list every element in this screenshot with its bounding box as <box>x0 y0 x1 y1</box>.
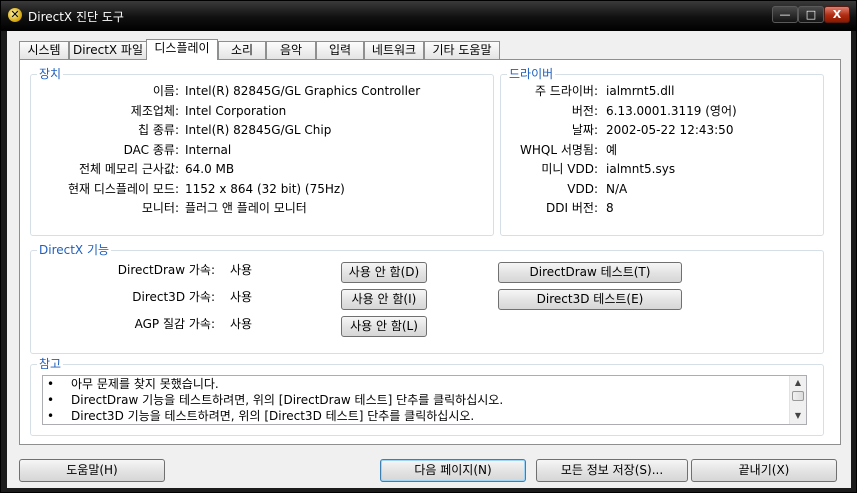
window-title: DirectX 진단 도구 <box>28 10 124 24</box>
main-driver-label: 주 드라이버: <box>534 84 598 98</box>
disable-directdraw-button[interactable]: 사용 안 함(D) <box>341 262 427 283</box>
note-text: DirectDraw 기능을 테스트하려면, 위의 [DirectDraw 테스… <box>71 393 504 407</box>
agp-texture-accel-value: 사용 <box>230 317 253 331</box>
directdraw-accel-value: 사용 <box>230 263 253 277</box>
maximize-button[interactable]: □ <box>798 6 824 23</box>
note-text: Direct3D 기능을 테스트하려면, 위의 [Direct3D 테스트] 단… <box>71 409 475 423</box>
note-text: 아무 문제를 찾지 못했습니다. <box>71 377 219 391</box>
device-group: 장치 이름: Intel(R) 82845G/GL Graphics Contr… <box>30 67 494 236</box>
chip-type-label: 칩 종류: <box>138 123 179 137</box>
tab-more-help[interactable]: 기타 도움말 <box>424 41 500 59</box>
directx-diagnostic-window: ✕ DirectX 진단 도구 — □ X 시스템 DirectX 파일 디스플… <box>0 0 857 493</box>
tab-network[interactable]: 네트워크 <box>364 41 424 59</box>
vdd-value: N/A <box>606 182 628 196</box>
version-label: 버전: <box>571 104 598 118</box>
date-value: 2002-05-22 12:43:50 <box>606 123 734 137</box>
note-bullet: • <box>47 377 55 391</box>
save-all-info-button[interactable]: 모든 정보 저장(S)... <box>536 459 688 482</box>
mini-vdd-label: 미니 VDD: <box>541 162 598 176</box>
whql-value: 예 <box>606 143 618 157</box>
notes-scrollbar[interactable]: ▲ ▼ <box>789 376 806 424</box>
dac-type-value: Internal <box>185 143 232 157</box>
tab-input[interactable]: 입력 <box>316 41 364 59</box>
ddi-version-value: 8 <box>606 201 614 215</box>
tab-system[interactable]: 시스템 <box>19 41 69 59</box>
disable-agp-button[interactable]: 사용 안 함(L) <box>341 316 427 337</box>
exit-button[interactable]: 끝내기(X) <box>691 459 837 482</box>
next-page-button[interactable]: 다음 페이지(N) <box>380 459 526 482</box>
note-bullet: • <box>47 409 55 423</box>
device-group-title: 장치 <box>37 67 64 81</box>
display-tab-panel: 장치 이름: Intel(R) 82845G/GL Graphics Contr… <box>19 59 841 445</box>
chip-type-value: Intel(R) 82845G/GL Chip <box>185 123 332 137</box>
direct3d-test-button[interactable]: Direct3D 테스트(E) <box>498 289 682 310</box>
notes-title: 참고 <box>37 357 64 371</box>
title-bar[interactable]: ✕ DirectX 진단 도구 — □ X <box>1 1 856 31</box>
total-memory-label: 전체 메모리 근사값: <box>79 162 179 176</box>
scroll-up-arrow-icon[interactable]: ▲ <box>790 376 806 390</box>
notes-listbox[interactable]: • 아무 문제를 찾지 못했습니다. • DirectDraw 기능을 테스트하… <box>42 375 807 425</box>
directx-logo-icon: ✕ <box>8 8 22 22</box>
display-mode-label: 현재 디스플레이 모드: <box>67 182 179 196</box>
directdraw-accel-label: DirectDraw 가속: <box>117 263 215 277</box>
device-name-value: Intel(R) 82845G/GL Graphics Controller <box>185 84 421 98</box>
whql-label: WHQL 서명됨: <box>520 143 598 157</box>
note-bullet: • <box>47 393 55 407</box>
scroll-down-arrow-icon[interactable]: ▼ <box>790 409 806 423</box>
tab-music[interactable]: 음악 <box>266 41 316 59</box>
mini-vdd-value: ialmnt5.sys <box>606 162 676 176</box>
minimize-button[interactable]: — <box>772 6 798 23</box>
close-button[interactable]: X <box>824 6 850 23</box>
directx-features-group: DirectX 기능 DirectDraw 가속: 사용 사용 안 함(D) D… <box>30 243 824 354</box>
main-driver-value: ialmrnt5.dll <box>606 84 675 98</box>
direct3d-accel-value: 사용 <box>230 290 253 304</box>
total-memory-value: 64.0 MB <box>185 162 235 176</box>
dac-type-label: DAC 종류: <box>123 143 179 157</box>
scroll-thumb[interactable] <box>792 391 804 401</box>
manufacturer-label: 제조업체: <box>130 104 179 118</box>
date-label: 날짜: <box>571 123 598 137</box>
tab-sound[interactable]: 소리 <box>218 41 266 59</box>
manufacturer-value: Intel Corporation <box>185 104 287 118</box>
driver-group: 드라이버 주 드라이버: ialmrnt5.dll 버전: 6.13.0001.… <box>500 67 824 236</box>
version-value: 6.13.0001.3119 (영어) <box>606 104 737 118</box>
ddi-version-label: DDI 버전: <box>546 201 598 215</box>
directdraw-test-button[interactable]: DirectDraw 테스트(T) <box>498 262 682 283</box>
disable-direct3d-button[interactable]: 사용 안 함(I) <box>341 289 427 310</box>
monitor-value: 플러그 앤 플레이 모니터 <box>185 201 307 215</box>
tab-directx-files[interactable]: DirectX 파일 <box>69 41 147 59</box>
display-mode-value: 1152 x 864 (32 bit) (75Hz) <box>185 182 345 196</box>
directx-features-title: DirectX 기능 <box>37 243 112 257</box>
tab-display[interactable]: 디스플레이 <box>146 39 218 60</box>
help-button[interactable]: 도움말(H) <box>19 459 165 482</box>
monitor-label: 모니터: <box>141 201 179 215</box>
direct3d-accel-label: Direct3D 가속: <box>132 290 215 304</box>
driver-group-title: 드라이버 <box>507 67 556 81</box>
notes-group: 참고 • 아무 문제를 찾지 못했습니다. • DirectDraw 기능을 테… <box>30 357 824 436</box>
agp-texture-accel-label: AGP 질감 가속: <box>134 317 215 331</box>
dialog-client-area: 시스템 DirectX 파일 디스플레이 소리 음악 입력 네트워크 기타 도움… <box>7 31 851 488</box>
device-name-label: 이름: <box>152 84 179 98</box>
vdd-label: VDD: <box>567 182 598 196</box>
